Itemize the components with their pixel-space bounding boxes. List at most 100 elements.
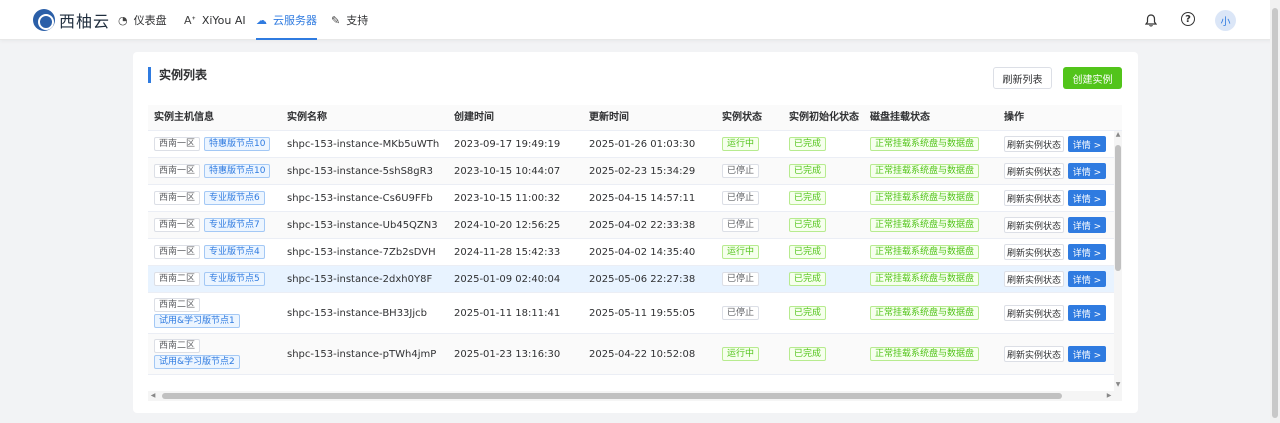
- column-header: 更新时间: [589, 112, 629, 123]
- table-cell: 2025-04-02 22:33:38: [583, 212, 695, 238]
- init-status-badge: 已完成: [789, 218, 827, 232]
- table-cell: 刷新实例状态 详情 >: [998, 158, 1106, 184]
- brand[interactable]: 西柚云: [33, 8, 110, 32]
- created-time: 2023-10-15 11:00:32: [454, 192, 561, 204]
- detail-button[interactable]: 详情 >: [1068, 190, 1106, 206]
- nav-xiyou-ai[interactable]: Aᐩ XiYou AI: [184, 0, 246, 40]
- table-cell: 2025-02-23 15:34:29: [583, 158, 695, 184]
- status-badge: 已停止: [722, 306, 760, 320]
- scroll-left-icon[interactable]: ◀: [148, 391, 158, 401]
- refresh-instance-status-button[interactable]: 刷新实例状态: [1004, 305, 1064, 321]
- scroll-up-icon[interactable]: ▲: [1114, 131, 1122, 139]
- table-cell: shpc-153-instance-Cs6U9FFb: [281, 185, 433, 211]
- avatar[interactable]: 小: [1215, 10, 1236, 31]
- detail-button[interactable]: 详情 >: [1068, 217, 1106, 233]
- table-header: 实例主机信息 实例名称 创建时间 更新时间 实例状态 实例初始化状态 磁盘挂载状…: [148, 105, 1122, 131]
- table-cell: 刷新实例状态 详情 >: [998, 266, 1106, 292]
- region-tag: 西南二区: [154, 272, 201, 286]
- table-cell: 已完成: [783, 158, 827, 184]
- table-cell: 已停止: [716, 212, 760, 238]
- created-time: 2024-10-20 12:56:25: [454, 219, 561, 231]
- ai-icon: Aᐩ: [184, 13, 196, 27]
- detail-button[interactable]: 详情 >: [1068, 346, 1106, 362]
- table-cell: shpc-153-instance-7Zb2sDVH: [281, 239, 436, 265]
- scroll-right-icon[interactable]: ▶: [1104, 391, 1114, 401]
- refresh-list-button[interactable]: 刷新列表: [993, 67, 1052, 89]
- refresh-instance-status-button[interactable]: 刷新实例状态: [1004, 346, 1064, 362]
- create-instance-button[interactable]: 创建实例: [1063, 67, 1122, 89]
- nav-dashboard[interactable]: ◔ 仪表盘: [118, 0, 167, 40]
- updated-time: 2025-05-06 22:27:38: [589, 273, 696, 285]
- nav-cloud-server[interactable]: ☁ 云服务器: [256, 0, 317, 40]
- table-cell: 运行中: [716, 239, 760, 265]
- nav-support[interactable]: ✎ 支持: [331, 0, 368, 40]
- table-row[interactable]: 西南一区 专业版节点6 shpc-153-instance-Cs6U9FFb 2023…: [148, 185, 1114, 212]
- column-header: 实例初始化状态: [789, 112, 859, 123]
- nav-label: 支持: [346, 14, 369, 27]
- table-cell: 已停止: [716, 293, 760, 333]
- refresh-instance-status-button[interactable]: 刷新实例状态: [1004, 244, 1064, 260]
- table-cell: shpc-153-instance-BH33Jjcb: [281, 293, 427, 333]
- table-row[interactable]: 西南一区 专业版节点4 shpc-153-instance-7Zb2sDVH 2024…: [148, 239, 1114, 266]
- table-cell: shpc-153-instance-pTWh4jmP: [281, 334, 436, 374]
- created-time: 2023-10-15 10:44:07: [454, 165, 561, 177]
- node-tag: 特惠版节点10: [204, 137, 271, 151]
- updated-time: 2025-02-23 15:34:29: [589, 165, 696, 177]
- bell-icon[interactable]: [1143, 12, 1159, 28]
- detail-button[interactable]: 详情 >: [1068, 163, 1106, 179]
- refresh-instance-status-button[interactable]: 刷新实例状态: [1004, 163, 1064, 179]
- title-accent: [148, 67, 151, 83]
- table-cell: 正常挂载系统盘与数据盘: [864, 293, 980, 333]
- table-cell: 西南一区 特惠版节点10: [148, 158, 271, 184]
- table-row[interactable]: 西南二区 专业版节点5 shpc-153-instance-2dxh0Y8F 2025…: [148, 266, 1114, 293]
- page-title: 实例列表: [159, 68, 208, 82]
- table-cell: 已完成: [783, 131, 827, 157]
- disk-status-badge: 正常挂载系统盘与数据盘: [870, 164, 980, 178]
- table-cell: 2025-05-11 19:55:05: [583, 293, 695, 333]
- refresh-instance-status-button[interactable]: 刷新实例状态: [1004, 190, 1064, 206]
- table-cell: 刷新实例状态 详情 >: [998, 293, 1106, 333]
- refresh-instance-status-button[interactable]: 刷新实例状态: [1004, 217, 1064, 233]
- refresh-instance-status-button[interactable]: 刷新实例状态: [1004, 271, 1064, 287]
- table-cell: 2025-04-02 14:35:40: [583, 239, 695, 265]
- detail-button[interactable]: 详情 >: [1068, 305, 1106, 321]
- instance-name: shpc-153-instance-5shS8gR3: [287, 165, 433, 177]
- page-vertical-scrollbar[interactable]: [1270, 0, 1280, 423]
- table-horizontal-scrollbar[interactable]: ◀ ▶: [148, 391, 1114, 401]
- region-tag: 西南二区: [154, 298, 201, 312]
- instance-name: shpc-153-instance-MKb5uWTh: [287, 138, 440, 150]
- dashboard-icon: ◔: [118, 13, 128, 27]
- instance-name: shpc-153-instance-pTWh4jmP: [287, 348, 437, 360]
- instance-table: 实例主机信息 实例名称 创建时间 更新时间 实例状态 实例初始化状态 磁盘挂载状…: [148, 105, 1122, 401]
- table-cell: 西南一区 专业版节点4: [148, 239, 265, 265]
- table-cell: 西南二区 专业版节点5: [148, 266, 265, 292]
- table-cell: 运行中: [716, 334, 760, 374]
- table-row[interactable]: 西南一区 特惠版节点10 shpc-153-instance-MKb5uWTh 202…: [148, 131, 1114, 158]
- table-row[interactable]: 西南一区 特惠版节点10 shpc-153-instance-5shS8gR3 202…: [148, 158, 1114, 185]
- table-row[interactable]: 西南一区 专业版节点7 shpc-153-instance-Ub45QZN3 2024…: [148, 212, 1114, 239]
- scroll-down-icon[interactable]: ▼: [1114, 381, 1122, 389]
- table-cell: shpc-153-instance-2dxh0Y8F: [281, 266, 432, 292]
- created-time: 2025-01-23 13:16:30: [454, 348, 561, 360]
- table-cell: 正常挂载系统盘与数据盘: [864, 239, 980, 265]
- scrollbar-thumb[interactable]: [1115, 145, 1121, 271]
- detail-button[interactable]: 详情 >: [1068, 271, 1106, 287]
- table-cell: 2025-01-11 18:11:41: [448, 293, 560, 333]
- table-vertical-scrollbar[interactable]: ▲ ▼: [1114, 131, 1122, 401]
- detail-button[interactable]: 详情 >: [1068, 244, 1106, 260]
- scrollbar-thumb[interactable]: [1272, 8, 1278, 418]
- table-row[interactable]: 西南二区 试用&学习版节点2 shpc-153-instance-pTWh4jmP 2…: [148, 334, 1114, 375]
- help-icon[interactable]: ?: [1181, 12, 1195, 26]
- updated-time: 2025-04-02 14:35:40: [589, 246, 696, 258]
- nav-label: XiYou AI: [201, 13, 246, 27]
- init-status-badge: 已完成: [789, 164, 827, 178]
- detail-button[interactable]: 详情 >: [1068, 136, 1106, 152]
- updated-time: 2025-04-22 10:52:08: [589, 348, 696, 360]
- created-time: 2025-01-11 18:11:41: [454, 307, 561, 319]
- table-cell: 已完成: [783, 334, 827, 374]
- region-tag: 西南一区: [154, 191, 201, 205]
- scrollbar-thumb[interactable]: [162, 393, 1062, 399]
- table-row[interactable]: 西南二区 试用&学习版节点1 shpc-153-instance-BH33Jjcb 2…: [148, 293, 1114, 334]
- refresh-instance-status-button[interactable]: 刷新实例状态: [1004, 136, 1064, 152]
- table-cell: 刷新实例状态 详情 >: [998, 185, 1106, 211]
